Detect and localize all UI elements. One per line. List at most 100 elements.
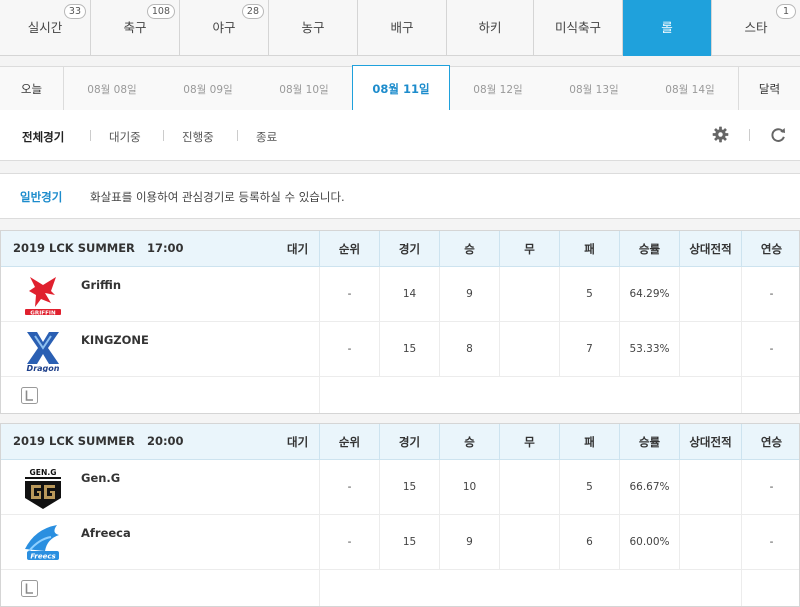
sport-tab-1[interactable]: 축구 108 bbox=[91, 0, 180, 56]
league-name: 2019 LCK SUMMER bbox=[13, 434, 135, 448]
league-time: 2019 LCK SUMMER 17:00 bbox=[13, 241, 184, 255]
team-name: Gen.G bbox=[81, 471, 121, 485]
stat-h2h bbox=[679, 515, 741, 569]
sport-tab-5[interactable]: 하키 bbox=[447, 0, 534, 56]
sport-tab-label: 미식축구 bbox=[554, 19, 601, 35]
column-header: 승률 bbox=[619, 424, 679, 459]
lol-icon[interactable] bbox=[21, 387, 38, 404]
filter-divider bbox=[90, 130, 91, 141]
stat-losses: 7 bbox=[559, 322, 619, 376]
column-header: 상대전적 bbox=[679, 424, 741, 459]
sport-tab-3[interactable]: 농구 bbox=[269, 0, 358, 56]
count-badge: 1 bbox=[776, 4, 796, 19]
stat-win_rate: 64.29% bbox=[619, 267, 679, 321]
svg-text:GRIFFIN: GRIFFIN bbox=[30, 310, 56, 316]
date-tab[interactable]: 08월 10일 bbox=[256, 67, 352, 111]
filter-0[interactable]: 전체경기 bbox=[22, 129, 64, 145]
match-time: 20:00 bbox=[146, 434, 184, 448]
team-row[interactable]: Dragon KINGZONE -15 8 7 53.33% - bbox=[1, 322, 799, 377]
lol-icon[interactable] bbox=[21, 580, 38, 597]
stat-games: 15 bbox=[379, 322, 439, 376]
filter-3[interactable]: 종료 bbox=[256, 129, 277, 145]
column-header: 상대전적 bbox=[679, 231, 741, 266]
footer-divider bbox=[741, 570, 742, 606]
team-name: KINGZONE bbox=[81, 333, 149, 347]
icon-divider bbox=[749, 129, 750, 141]
stat-losses: 5 bbox=[559, 267, 619, 321]
sport-tab-7[interactable]: 롤 bbox=[623, 0, 712, 56]
date-tab[interactable]: 08월 08일 bbox=[64, 67, 160, 111]
match-header: 2019 LCK SUMMER 17:00 대기 순위 경기 승 무 패 승률 상대전적 연승 bbox=[1, 231, 799, 267]
match-time: 17:00 bbox=[146, 241, 184, 255]
team-row[interactable]: GEN.G Gen.G -15 10 5 66.67% - bbox=[1, 460, 799, 515]
filter-2[interactable]: 진행중 bbox=[182, 129, 214, 145]
sport-tab-0[interactable]: 실시간 33 bbox=[0, 0, 91, 56]
kingzone-logo: Dragon bbox=[21, 328, 65, 373]
match-block: 2019 LCK SUMMER 17:00 대기 순위 경기 승 무 패 승률 상대전적 연승 GR… bbox=[0, 230, 800, 414]
stat-wins: 9 bbox=[439, 515, 499, 569]
sport-tab-2[interactable]: 야구 28 bbox=[180, 0, 269, 56]
date-tab[interactable]: 08월 11일 bbox=[352, 65, 450, 113]
team-row[interactable]: Freecs Afreeca -15 9 6 60.00% - bbox=[1, 515, 799, 570]
sport-tab-label: 하키 bbox=[478, 19, 502, 35]
date-tab-today[interactable]: 오늘 bbox=[0, 67, 64, 111]
column-header: 무 bbox=[499, 424, 559, 459]
stat-games: 15 bbox=[379, 515, 439, 569]
sport-tab-4[interactable]: 배구 bbox=[358, 0, 447, 56]
column-header: 연승 bbox=[741, 231, 800, 266]
stat-draws bbox=[499, 322, 559, 376]
footer-divider bbox=[741, 377, 742, 413]
match-header: 2019 LCK SUMMER 20:00 대기 순위 경기 승 무 패 승률 상대전적 연승 bbox=[1, 424, 799, 460]
column-header: 순위 bbox=[319, 424, 379, 459]
stat-draws bbox=[499, 515, 559, 569]
team-name: Afreeca bbox=[81, 526, 131, 540]
count-badge: 108 bbox=[146, 4, 175, 19]
filter-bar: 전체경기 대기중 진행중 종료 bbox=[0, 110, 800, 161]
sport-tab-label: 스타 bbox=[744, 19, 768, 35]
sport-tab-label: 야구 bbox=[212, 19, 236, 35]
stat-win_rate: 60.00% bbox=[619, 515, 679, 569]
date-bar: 오늘 08월 08일 08월 09일 08월 10일 08월 11일 08월 12일 08월… bbox=[0, 65, 800, 113]
filter-divider bbox=[237, 130, 238, 141]
stat-wins: 10 bbox=[439, 460, 499, 514]
league-name: 2019 LCK SUMMER bbox=[13, 241, 135, 255]
svg-text:Freecs: Freecs bbox=[30, 553, 55, 561]
sport-tab-label: 배구 bbox=[390, 19, 414, 35]
count-badge: 28 bbox=[241, 4, 264, 19]
count-badge: 33 bbox=[63, 4, 86, 19]
team-row[interactable]: GRIFFIN Griffin -14 9 5 64.29% - bbox=[1, 267, 799, 322]
sport-tab-6[interactable]: 미식축구 bbox=[534, 0, 623, 56]
match-status: 대기 bbox=[287, 435, 309, 449]
date-tab[interactable]: 08월 12일 bbox=[450, 67, 546, 111]
column-header: 경기 bbox=[379, 424, 439, 459]
date-tab[interactable]: 08월 09일 bbox=[160, 67, 256, 111]
calendar-button[interactable]: 달력 bbox=[738, 67, 800, 111]
sport-tab-8[interactable]: 스타 1 bbox=[712, 0, 800, 56]
column-header: 무 bbox=[499, 231, 559, 266]
filter-1[interactable]: 대기중 bbox=[109, 129, 141, 145]
stat-losses: 6 bbox=[559, 515, 619, 569]
column-header: 승률 bbox=[619, 231, 679, 266]
svg-text:GEN.G: GEN.G bbox=[30, 468, 57, 477]
date-tab[interactable]: 08월 13일 bbox=[546, 67, 642, 111]
footer-divider bbox=[319, 570, 320, 606]
team-name: Griffin bbox=[81, 278, 122, 292]
match-status: 대기 bbox=[287, 242, 309, 256]
gear-icon[interactable] bbox=[712, 126, 729, 143]
sport-tab-label: 축구 bbox=[123, 19, 147, 35]
date-tab[interactable]: 08월 14일 bbox=[642, 67, 738, 111]
column-header: 패 bbox=[559, 231, 619, 266]
column-header: 연승 bbox=[741, 424, 800, 459]
refresh-icon[interactable] bbox=[769, 126, 787, 144]
stat-rank: - bbox=[319, 267, 379, 321]
column-header: 패 bbox=[559, 424, 619, 459]
notice-title: 일반경기 bbox=[20, 190, 63, 204]
stat-wins: 9 bbox=[439, 267, 499, 321]
column-header: 승 bbox=[439, 231, 499, 266]
stat-losses: 5 bbox=[559, 460, 619, 514]
stat-h2h bbox=[679, 322, 741, 376]
stat-win_rate: 66.67% bbox=[619, 460, 679, 514]
svg-text:Dragon: Dragon bbox=[27, 364, 60, 372]
stat-streak: - bbox=[741, 460, 800, 514]
stat-games: 14 bbox=[379, 267, 439, 321]
